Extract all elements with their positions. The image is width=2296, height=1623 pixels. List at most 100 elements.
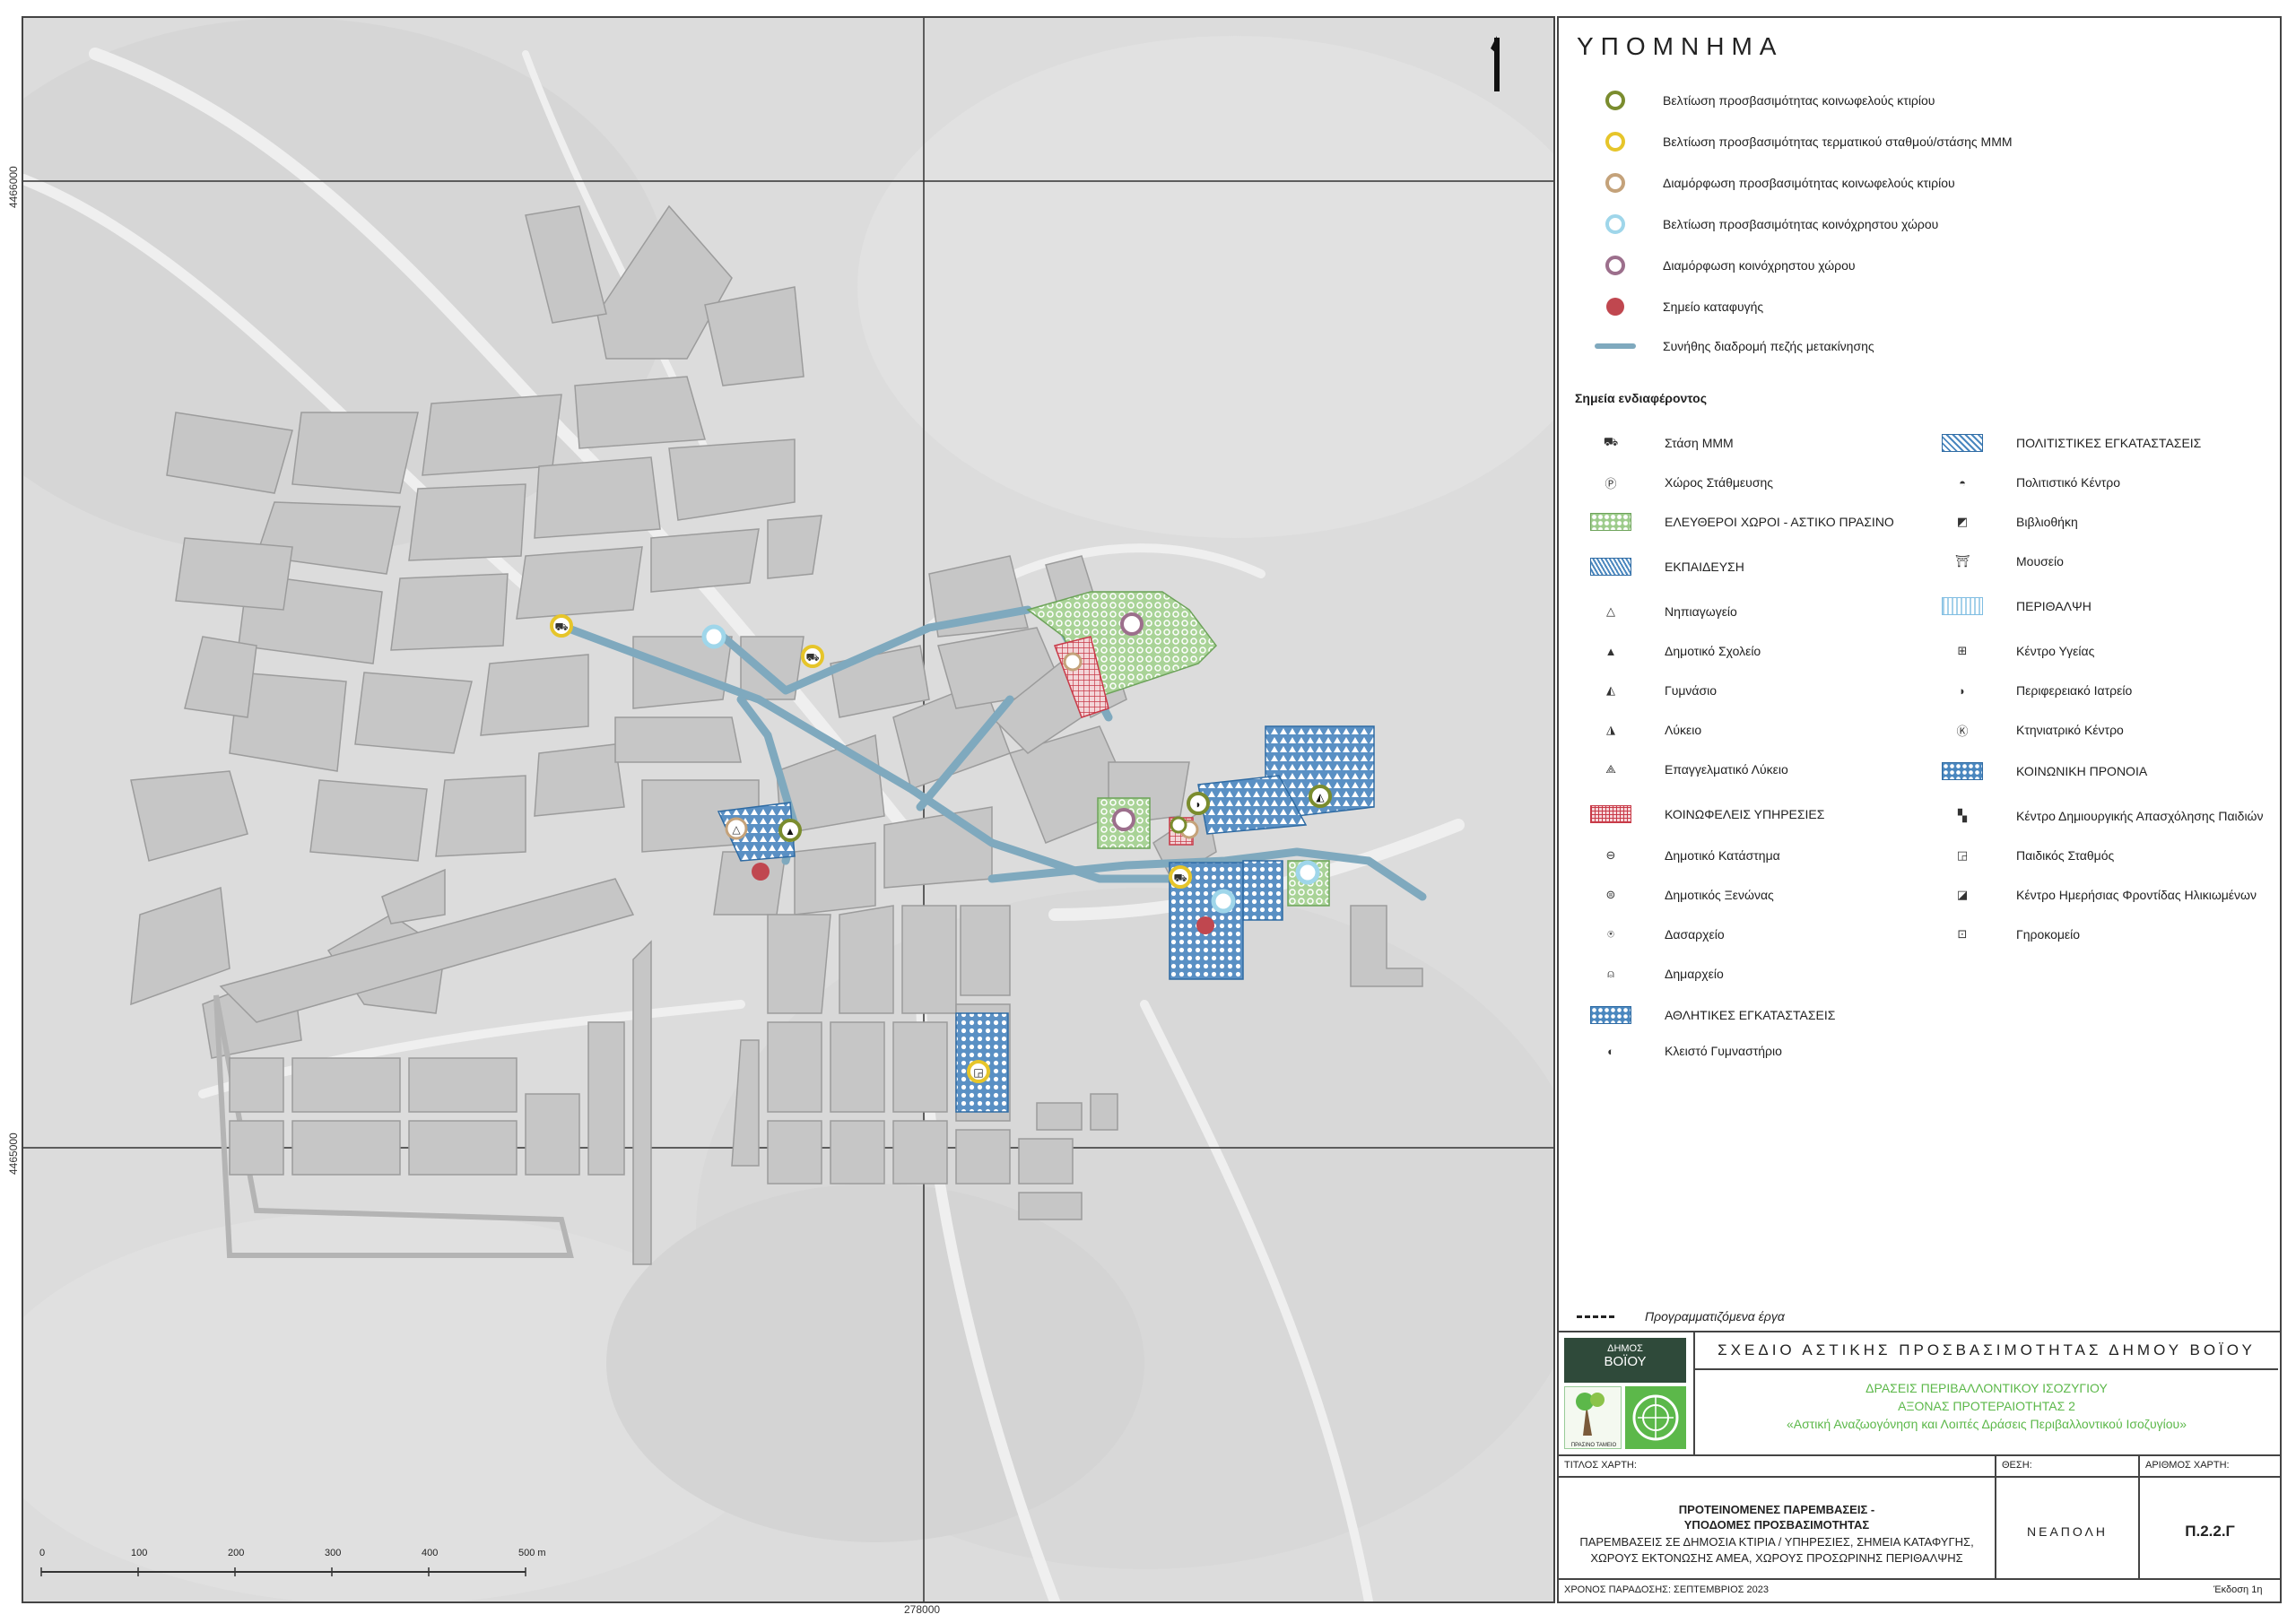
vocational-lyceum-icon: ⟁ (1605, 762, 1616, 776)
planned-works-legend: Προγραμματιζόμενα έργα (1577, 1309, 1785, 1324)
parking-icon: Ⓟ (1605, 476, 1617, 490)
scale-label-200: 200 (228, 1548, 245, 1558)
tree-icon (1576, 1393, 1605, 1436)
map-title-label: ΤΙΤΛΟΣ ΧΑΡΤΗ: (1564, 1460, 1637, 1471)
legend-title: ΥΠΟΜΝΗΜΑ (1577, 32, 1784, 60)
legend-poi-item: ΠΕΡΙΘΑΛΨΗ (1935, 595, 2092, 617)
municipal-store-icon: ⊖ (1605, 848, 1616, 862)
legend-poi-item: ⟁ Επαγγελματικό Λύκειο (1584, 759, 1788, 780)
clinic-icon: ◗ (1959, 683, 1966, 698)
legend-poi-item: ◪ Κέντρο Ημερήσιας Φροντίδας Ηλικιωμένων (1935, 884, 2257, 906)
cultural-center-icon: ◓ (1959, 475, 1966, 490)
plan-title: ΣΧΕΔΙΟ ΑΣΤΙΚΗΣ ΠΡΟΣΒΑΣΙΜΟΤΗΤΑΣ ΔΗΜΟΥ ΒΟΪ… (1718, 1341, 2256, 1358)
municipal-hostel-icon: ⊜ (1605, 888, 1616, 901)
legend-poi-item: ΕΚΠΑΙΔΕΥΣΗ (1584, 556, 1744, 577)
children-center-marker[interactable] (1170, 816, 1187, 834)
legend-poi-item: ▲ Δημοτικό Σχολείο (1584, 640, 1761, 662)
program-line-3: «Αστική Αναζωογόνηση και Λοιπές Δράσεις … (1787, 1417, 2187, 1431)
poi-title: Σημεία ενδιαφέροντος (1575, 391, 1707, 405)
legend-poi-item: ⊞ Κέντρο Υγείας (1935, 640, 2095, 662)
vet-center-icon: Ⓚ (1956, 724, 1969, 738)
legend-panel: ΥΠΟΜΝΗΜΑ Βελτίωση προσβασιμότητας κοινωφ… (1557, 16, 2282, 1334)
refuge-point-2[interactable] (1196, 916, 1214, 934)
green-space-pattern-icon (1590, 513, 1631, 531)
ring-symbol-icon (1605, 173, 1625, 193)
legend-poi-item: Ⓚ Κτηνιατρικό Κέντρο (1935, 719, 2123, 741)
route-line-icon (1595, 343, 1636, 349)
public-space-access-marker-1[interactable] (701, 624, 726, 649)
museum-icon: ⛩ (1954, 554, 1970, 568)
svg-text:◲: ◲ (973, 1066, 983, 1079)
scale-label-100: 100 (131, 1548, 148, 1558)
coord-y-bottom: 4465000 (7, 1133, 20, 1175)
legend-item: Συνήθης διαδρομή πεζής μετακίνησης (1595, 335, 1874, 357)
healthcare-pattern-icon (1942, 597, 1983, 615)
legend-poi-item: ⛩ Μουσείο (1935, 551, 2064, 572)
municipality-logo: ΔΗΜΟΣ ΒΟΪΟΥ (1564, 1338, 1686, 1383)
map-area[interactable]: ⛟ ⛟ ⛟ △ ▲ ◗ ◭ ◲ 0 100 200 300 400 500 m (22, 16, 1555, 1603)
primary-school-icon: ▲ (1605, 644, 1617, 658)
public-services-pattern-icon (1590, 805, 1631, 823)
svg-text:⛟: ⛟ (805, 651, 819, 664)
service-building-marker[interactable] (1063, 652, 1083, 672)
welfare-pattern-icon (1942, 762, 1983, 780)
legend-poi-item: ⛟ Στάση ΜΜΜ (1584, 432, 1734, 454)
map-number-value: Π.2.2.Γ (2185, 1523, 2235, 1540)
legend-poi-item: ◗ Περιφερειακό Ιατρείο (1935, 680, 2132, 701)
nursery-icon: ◲ (1956, 848, 1969, 862)
coord-y-top: 4466000 (7, 166, 20, 208)
ring-symbol-icon (1605, 256, 1625, 275)
legend-poi-item: ΚΟΙΝΩΦΕΛΕΙΣ ΥΠΗΡΕΣΙΕΣ (1584, 803, 1824, 825)
legend-item: Βελτίωση προσβασιμότητας κοινόχρηστου χώ… (1595, 213, 1938, 235)
map-title-line-3: ΠΑΡΕΜΒΑΣΕΙΣ ΣΕ ΔΗΜΟΣΙΑ ΚΤΙΡΙΑ / ΥΠΗΡΕΣΙΕ… (1579, 1535, 1974, 1549)
gymnasium-icon: ◭ (1606, 683, 1615, 697)
legend-item: Διαμόρφωση προσβασιμότητας κοινωφελούς κ… (1595, 172, 1955, 194)
legend-poi-item: ◲ Παιδικός Σταθμός (1935, 845, 2114, 866)
public-space-access-marker-3[interactable] (1295, 860, 1320, 885)
refuge-dot-icon (1606, 298, 1624, 316)
globe-icon (1632, 1394, 1679, 1441)
kindergarten-icon: △ (1606, 604, 1615, 618)
scale-label-500: 500 m (518, 1548, 546, 1558)
position-label: ΘΕΣΗ: (2002, 1460, 2032, 1471)
map-title-line-2: ΥΠΟΔΟΜΕΣ ΠΡΟΣΒΑΣΙΜΟΤΗΤΑΣ (1683, 1518, 1870, 1532)
legend-poi-item: ◮ Λύκειο (1584, 719, 1701, 741)
legend-poi-item: ΚΟΙΝΩΝΙΚΗ ΠΡΟΝΟΙΑ (1935, 760, 2147, 782)
svg-text:⛟: ⛟ (1173, 872, 1187, 884)
coord-x-bottom: 278000 (904, 1603, 941, 1616)
town-hall-icon: ⍝ (1607, 967, 1614, 980)
dashed-line-icon (1577, 1315, 1614, 1318)
sports-pattern-icon (1590, 1006, 1631, 1024)
map-canvas: ⛟ ⛟ ⛟ △ ▲ ◗ ◭ ◲ (23, 18, 1553, 1601)
public-space-design-marker-1[interactable] (1120, 612, 1144, 636)
bus-icon: ⛟ (1603, 435, 1619, 448)
legend-poi-item: Ⓟ Χώρος Στάθμευσης (1584, 472, 1773, 493)
cultural-pattern-icon (1942, 434, 1983, 452)
scale-label-300: 300 (325, 1548, 342, 1558)
legend-item: Βελτίωση προσβασιμότητας κοινωφελούς κτι… (1595, 90, 1935, 111)
legend-poi-item: ◐ Κλειστό Γυμναστήριο (1584, 1040, 1782, 1062)
delivery-date: ΧΡΟΝΟΣ ΠΑΡΑΔΟΣΗΣ: ΣΕΠΤΕΜΒΡΙΟΣ 2023 (1564, 1584, 1769, 1595)
public-space-access-marker-2[interactable] (1211, 889, 1236, 914)
library-icon: ◩ (1956, 515, 1969, 528)
ring-symbol-icon (1605, 91, 1625, 110)
legend-poi-item: ΑΘΛΗΤΙΚΕΣ ΕΓΚΑΤΑΣΤΑΣΕΙΣ (1584, 1004, 1835, 1026)
legend-poi-item: ⍝ Δημαρχείο (1584, 963, 1724, 985)
refuge-point-1[interactable] (752, 863, 770, 881)
legend-poi-item: ◭ Γυμνάσιο (1584, 680, 1717, 701)
public-space-design-marker-2[interactable] (1112, 808, 1135, 831)
forestry-office-icon: ⍟ (1607, 927, 1614, 941)
elderly-care-icon: ◪ (1956, 888, 1969, 901)
children-center-icon: ▚ (1958, 809, 1967, 822)
svg-text:▲: ▲ (785, 825, 796, 838)
legend-item: Σημείο καταφυγής (1595, 296, 1763, 317)
lyceum-icon: ◮ (1606, 723, 1615, 736)
scale-label-0: 0 (39, 1548, 46, 1558)
map-title-line-1: ΠΡΟΤΕΙΝΟΜΕΝΕΣ ΠΑΡΕΜΒΑΣΕΙΣ - (1678, 1503, 1875, 1516)
legend-item: Βελτίωση προσβασιμότητας τερματικού σταθ… (1595, 131, 2013, 152)
legend-poi-item: ⊡ Γηροκομείο (1935, 924, 2081, 945)
environment-logo (1625, 1386, 1686, 1449)
education-pattern-icon (1590, 558, 1631, 576)
position-value: ΝΕΑΠΟΛΗ (2027, 1524, 2108, 1539)
legend-poi-item: ⊖ Δημοτικό Κατάστημα (1584, 845, 1780, 866)
